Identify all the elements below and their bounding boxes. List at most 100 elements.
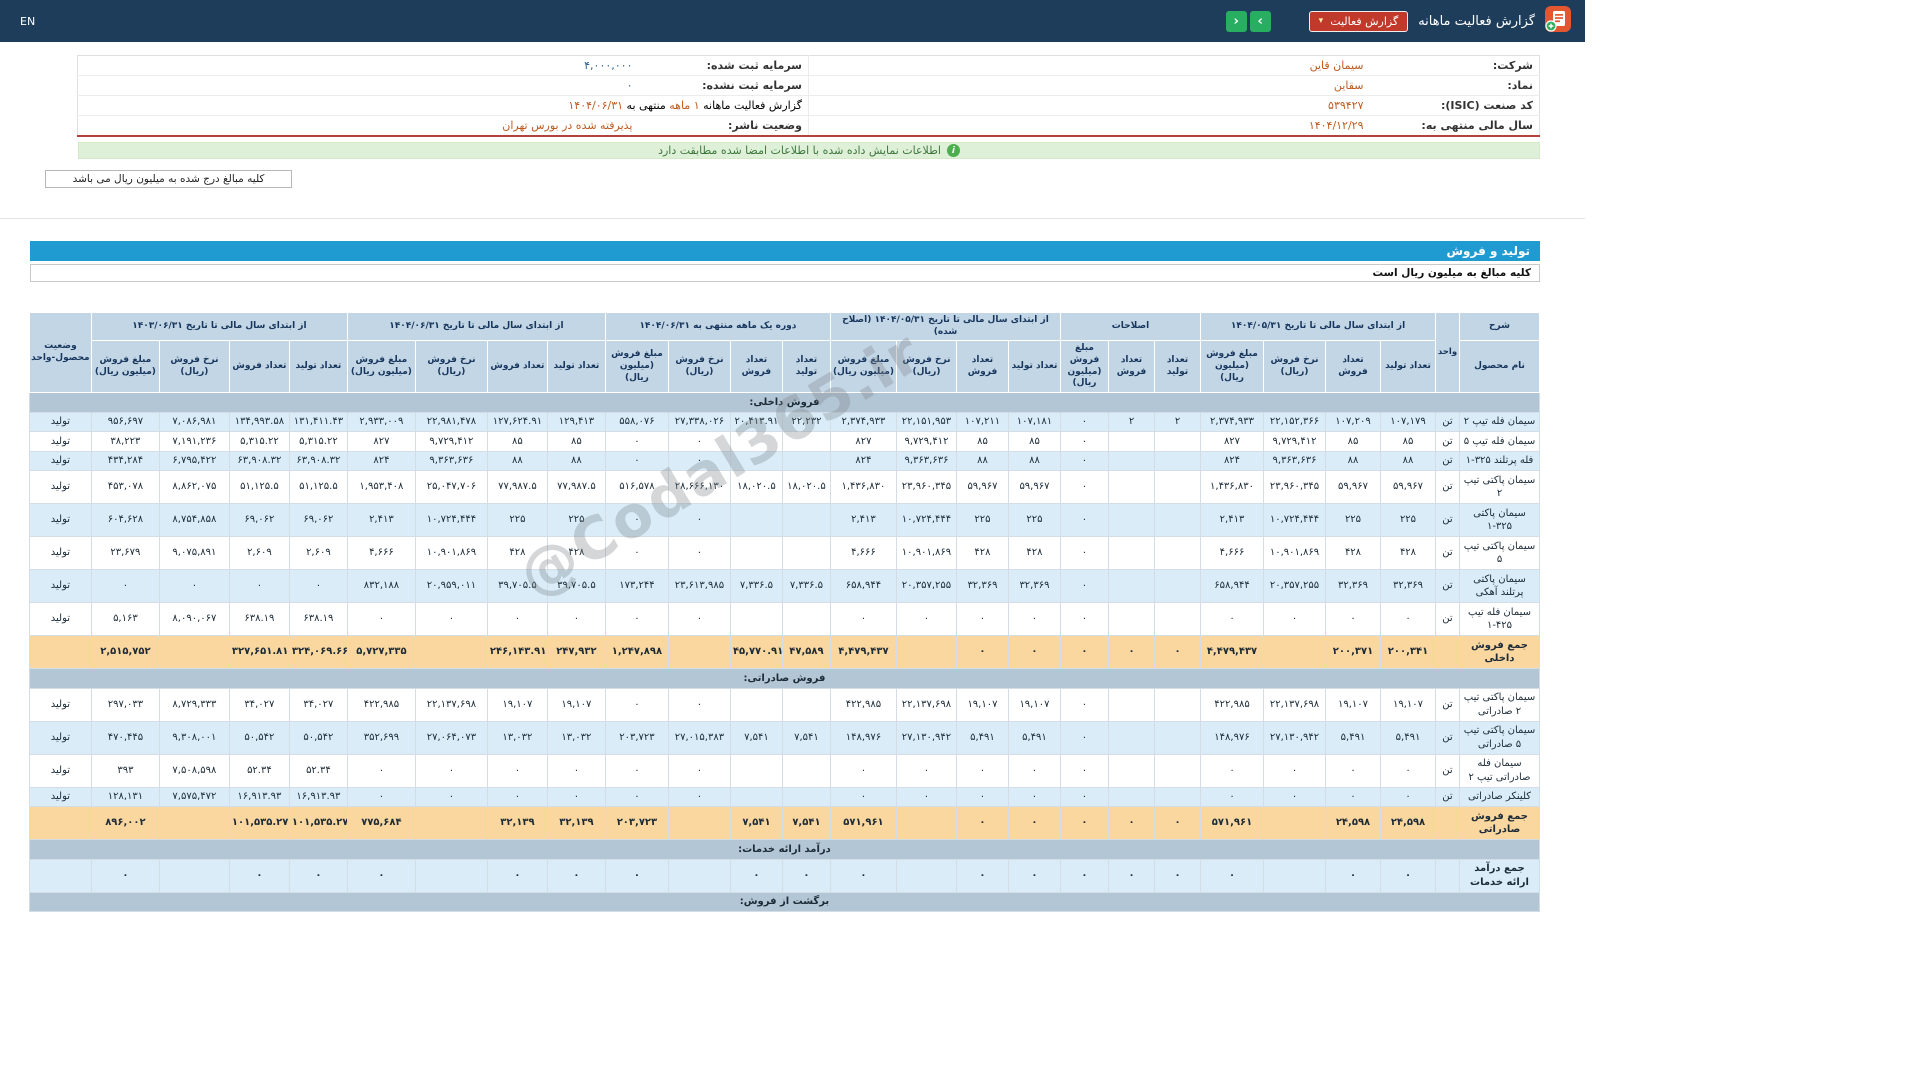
value-cell: ۶۳۸.۱۹ bbox=[288, 602, 348, 637]
product-row: سیمان فله تیپ ۲ تن ۱۰۷,۱۷۹ ۱۰۷,۲۰۹ ۲۲,۱۵۲,۳۶… bbox=[28, 411, 1540, 433]
value-cell: ۵,۳۱۵.۲۲ bbox=[228, 431, 290, 452]
column-header: تعداد تولید bbox=[288, 340, 348, 394]
value-cell: ۵۱,۱۲۵.۵ bbox=[288, 470, 348, 505]
value-cell bbox=[1108, 536, 1155, 571]
value-cell: ۰ bbox=[346, 753, 416, 788]
value-cell: ۰ bbox=[1059, 687, 1110, 722]
value-cell: ۰ bbox=[1059, 858, 1110, 893]
value-cell: ۰ bbox=[604, 786, 669, 808]
value-cell: ۲,۶۰۹ bbox=[288, 536, 348, 571]
value-cell: ۱۰۱,۵۳۵.۲۷ bbox=[228, 806, 290, 841]
value-cell bbox=[1108, 720, 1155, 755]
unit-cell: تن bbox=[1435, 569, 1460, 604]
value-cell: ۳۲,۳۶۹ bbox=[1380, 569, 1436, 604]
language-toggle[interactable]: EN bbox=[20, 15, 35, 28]
value-cell: ۲۳,۶۷۹ bbox=[90, 536, 160, 571]
status-cell bbox=[28, 635, 92, 670]
value-cell: ۸,۷۲۹,۳۳۳ bbox=[158, 687, 230, 722]
value-cell: ۷۷۵,۶۸۴ bbox=[346, 806, 416, 841]
value-cell: ۵۱,۱۲۵.۵ bbox=[228, 470, 290, 505]
prev-report-button[interactable]: ‹ bbox=[1225, 10, 1247, 32]
status-cell: تولید bbox=[28, 450, 92, 472]
column-header: مبلغ فروش (میلیون ریال) bbox=[90, 340, 160, 394]
value-cell: ۲۷,۱۳۰,۹۴۲ bbox=[1263, 720, 1326, 755]
value-cell: ۲,۳۷۴,۹۳۳ bbox=[829, 411, 897, 433]
value-cell: ۸۵ bbox=[955, 431, 1009, 452]
status-cell: تولید bbox=[28, 536, 92, 571]
value-cell: ۷۷,۹۸۷.۵ bbox=[546, 470, 606, 505]
value-cell: ۷,۳۳۶.۵ bbox=[729, 569, 783, 604]
value-cell: ۸۲۴ bbox=[346, 450, 416, 472]
value-cell: ۱۰۷,۲۰۹ bbox=[1325, 411, 1381, 433]
value-cell: ۸۹۶,۰۰۲ bbox=[90, 806, 160, 841]
value-cell bbox=[1154, 753, 1201, 788]
next-report-button[interactable]: › bbox=[1249, 10, 1271, 32]
value-cell bbox=[1108, 431, 1155, 452]
value-cell: ۰ bbox=[288, 569, 348, 604]
product-name-cell: سیمان فله تیپ ۲ bbox=[1459, 411, 1540, 433]
fiscal-year-label: سال مالی منتهی به: bbox=[1369, 115, 1540, 137]
unit-cell: تن bbox=[1435, 470, 1460, 505]
value-cell: ۳۴,۰۲۷ bbox=[228, 687, 290, 722]
period-group-header: از ابتدای سال مالی تا تاریخ ۱۴۰۴/۰۵/۳۱ bbox=[1200, 311, 1436, 342]
unit-cell: تن bbox=[1435, 602, 1460, 637]
value-cell: ۰ bbox=[288, 858, 348, 893]
value-cell: ۴۲۸ bbox=[546, 536, 606, 571]
value-cell: ۲۷,۱۳۰,۹۴۲ bbox=[895, 720, 957, 755]
value-cell: ۸۸ bbox=[1380, 450, 1436, 472]
status-cell: تولید bbox=[28, 470, 92, 505]
value-cell: ۱۹,۱۰۷ bbox=[1380, 687, 1436, 722]
value-cell: ۸۵ bbox=[1325, 431, 1381, 452]
report-type-dropdown[interactable]: گزارش فعالیت ▾ bbox=[1308, 10, 1409, 32]
value-cell bbox=[1263, 858, 1326, 893]
value-cell bbox=[1154, 687, 1201, 722]
value-cell: ۵۹,۹۶۷ bbox=[1325, 470, 1381, 505]
column-header: تعداد تولید bbox=[781, 340, 831, 394]
value-cell: ۰ bbox=[1059, 411, 1110, 433]
value-cell: ۰ bbox=[1263, 602, 1326, 637]
value-cell: ۲۰,۳۵۷,۲۵۵ bbox=[1263, 569, 1326, 604]
divider bbox=[0, 218, 1585, 219]
value-cell bbox=[158, 635, 230, 670]
value-cell: ۱۹,۱۰۷ bbox=[486, 687, 548, 722]
desc-group-header: شرح bbox=[1459, 311, 1540, 342]
value-cell: ۲۴,۵۹۸ bbox=[1380, 806, 1436, 841]
value-cell: ۴۲۸ bbox=[1325, 536, 1381, 571]
value-cell: ۱,۴۳۶,۸۳۰ bbox=[1200, 470, 1264, 505]
header-row: نام محصول تعداد تولید تعداد فروش نرخ فروش (… bbox=[29, 340, 1540, 394]
value-cell bbox=[667, 806, 731, 841]
value-cell: ۵۵۸,۰۷۶ bbox=[604, 411, 669, 433]
unit-cell: تن bbox=[1435, 720, 1460, 755]
value-cell: ۰ bbox=[1325, 602, 1381, 637]
value-cell: ۰ bbox=[346, 602, 416, 637]
value-cell: ۰ bbox=[1263, 786, 1326, 808]
chevron-down-icon: ▾ bbox=[1318, 16, 1324, 26]
value-cell: ۰ bbox=[829, 602, 897, 637]
value-cell: ۰ bbox=[228, 569, 290, 604]
value-cell: ۰ bbox=[667, 450, 731, 472]
value-cell: ۲۰,۳۵۷,۲۵۵ bbox=[895, 569, 957, 604]
page: گزارش فعالیت ماهانه گزارش فعالیت ▾ › ‹ E… bbox=[0, 0, 1585, 913]
codal-logo-icon[interactable] bbox=[1545, 6, 1571, 36]
value-cell: ۳۲۴,۰۶۹.۶۶ bbox=[288, 635, 348, 670]
value-cell: ۸,۰۹۰,۰۶۷ bbox=[158, 602, 230, 637]
product-row: سیمان فله صادراتی تیپ ۲ تن ۰ ۰ ۰ ۰ ۰ ۰ ۰ ۰ ۰ ۰ ۰ ۰ ۰ ۰ ۰… bbox=[28, 753, 1540, 788]
value-cell: ۰ bbox=[1380, 786, 1436, 808]
value-cell: ۰ bbox=[604, 753, 669, 788]
value-cell: ۱۲۹,۴۱۳ bbox=[546, 411, 606, 433]
value-cell: ۰ bbox=[1200, 753, 1264, 788]
value-cell: ۶۵۸,۹۴۴ bbox=[1200, 569, 1264, 604]
value-cell bbox=[667, 858, 731, 893]
value-cell: ۰ bbox=[1325, 753, 1381, 788]
value-cell: ۰ bbox=[1007, 635, 1061, 670]
value-cell: ۲,۴۱۳ bbox=[829, 503, 897, 538]
unregistered-capital-value: ۰ bbox=[77, 75, 639, 96]
value-cell: ۸۵ bbox=[546, 431, 606, 452]
signed-info-text: اطلاعات نمایش داده شده با اطلاعات امضا ش… bbox=[658, 144, 941, 157]
value-cell: ۲۲۵ bbox=[1325, 503, 1381, 538]
product-row: سیمان پاکتی تیپ ۲ صادراتی تن ۱۹,۱۰۷ ۱۹,۱۰۷ ۲… bbox=[28, 687, 1540, 722]
value-cell: ۰ bbox=[486, 753, 548, 788]
total-row: جمع فروش صادراتی ۲۴,۵۹۸ ۲۴,۵۹۸ ۵۷۱,۹۶۱ ۰ ۰ ۰ ۰ ۰… bbox=[28, 806, 1540, 841]
company-name-link[interactable]: سیمان قاین bbox=[808, 55, 1370, 76]
value-cell: ۰ bbox=[1059, 806, 1110, 841]
